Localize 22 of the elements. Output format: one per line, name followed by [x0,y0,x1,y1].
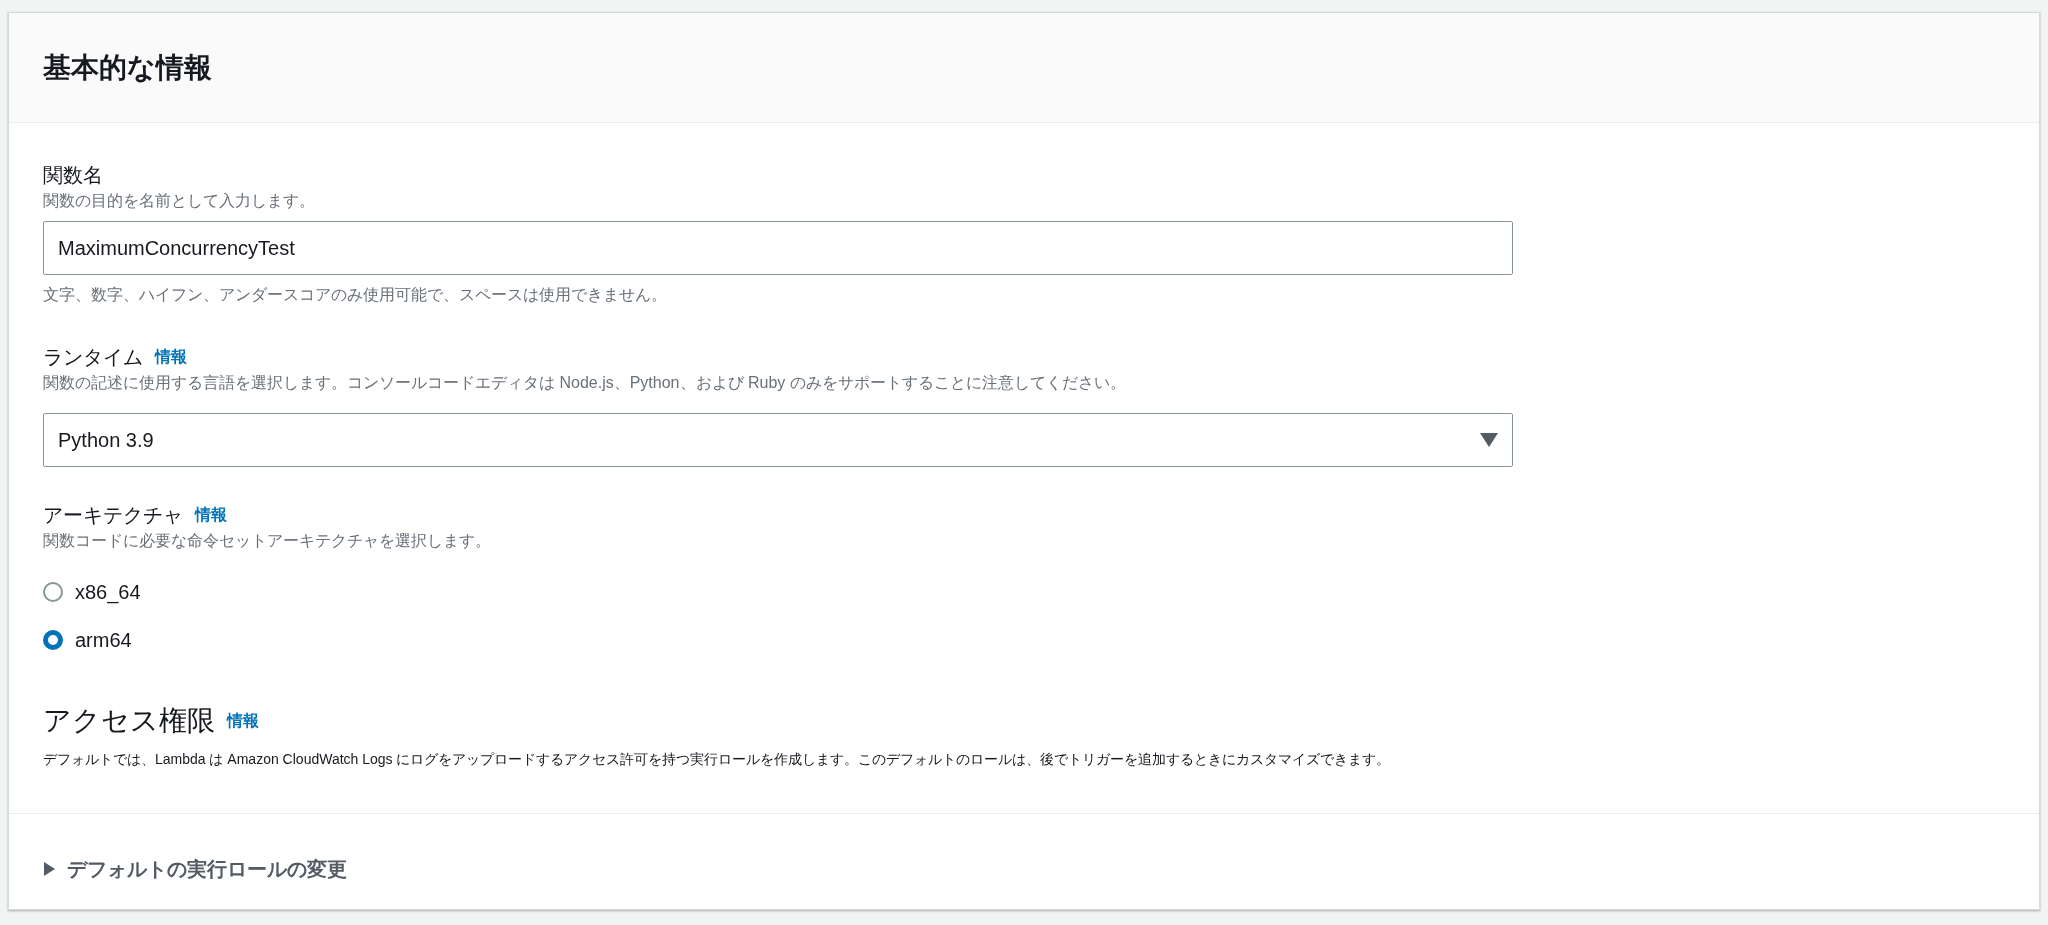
field-description: 関数コードに必要な命令セットアーキテクチャを選択します。 [43,531,492,551]
radio-icon [43,630,63,650]
section-description: デフォルトでは、Lambda は Amazon CloudWatch Logs にログをアップロードするアクセス許可を持つ実行ロールを作成します。このデフォルトのロールは、後でトリガーを追加するときにカスタマイズできます。 [43,750,1392,769]
radio-icon [43,582,63,602]
field-label: 関数名 [43,163,104,188]
info-link[interactable]: 情報 [195,501,227,529]
info-link[interactable]: 情報 [155,343,187,371]
caret-right-icon [43,862,55,876]
field-label: アーキテクチャ [43,503,183,528]
runtime-select[interactable]: Python 3.9 [43,413,1513,467]
radio-option[interactable]: x86_64 [43,577,141,607]
section-title: アクセス権限 [43,704,215,738]
function-name-input[interactable]: MaximumConcurrencyTest [43,221,1513,275]
dropdown-caret-icon [1480,433,1498,447]
panel-title: 基本的な情報 [43,50,212,85]
radio-option[interactable]: arm64 [43,625,132,655]
field-constraint: 文字、数字、ハイフン、アンダースコアのみ使用可能で、スペースは使用できません。 [43,285,668,305]
info-link[interactable]: 情報 [227,703,259,739]
expander-toggle[interactable]: デフォルトの実行ロールの変更 [43,854,347,884]
field-label: ランタイム [43,345,143,370]
field-description: 関数の記述に使用する言語を選択します。コンソールコードエディタは Node.js、Python、および Ruby のみをサポートすることに注意してください。 [43,373,1127,393]
field-description: 関数の目的を名前として入力します。 [43,191,316,211]
